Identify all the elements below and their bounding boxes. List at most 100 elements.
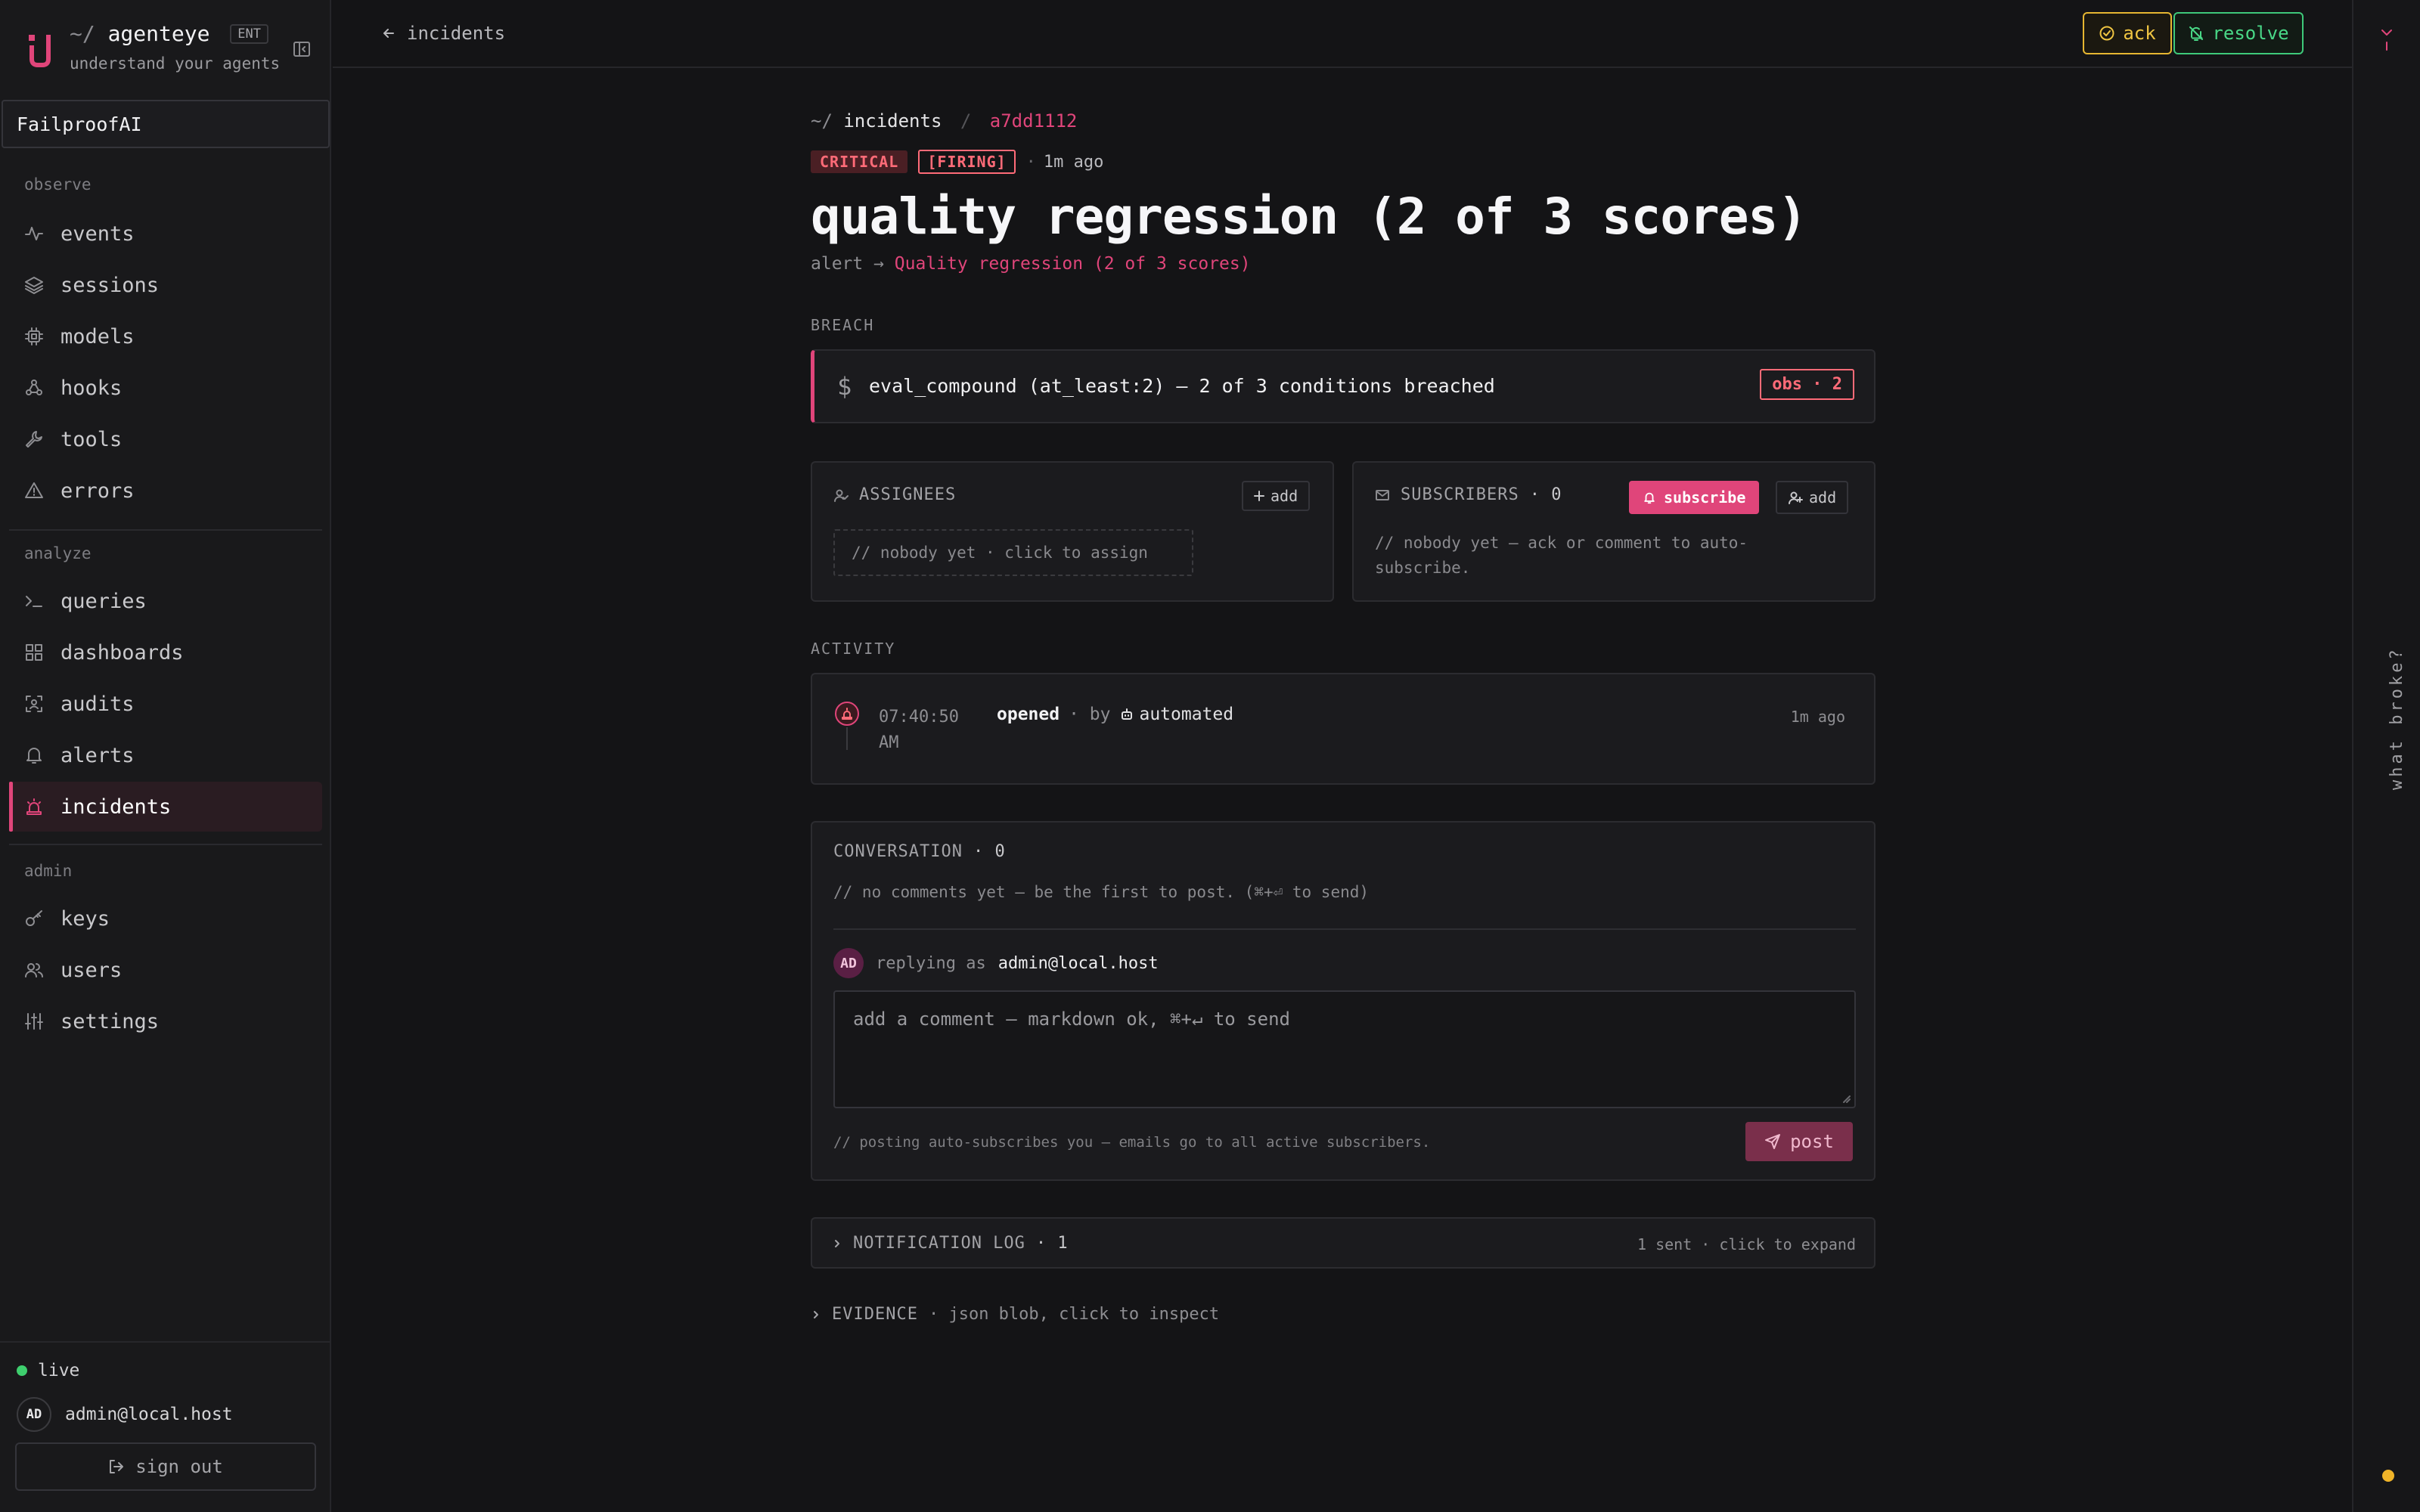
sidebar-item-queries[interactable]: queries [9,576,322,626]
sidebar-item-models[interactable]: models [9,311,322,361]
chevron-right-icon [814,1310,818,1318]
key-icon [26,910,42,926]
nav-divider [9,844,322,845]
sidebar-item-settings[interactable]: settings [9,996,322,1046]
webhook-icon [26,380,42,395]
user-check-icon [834,489,849,502]
warning-icon [25,482,43,498]
activity-icon [25,227,43,240]
sidebar-item-label: audits [60,692,135,716]
arrow-left-icon [383,29,394,38]
conversation-card: CONVERSATION · 0 // no comments yet — be… [811,821,1876,1181]
subscribe-button[interactable]: subscribe [1629,481,1760,514]
plan-badge: ENT [230,24,269,44]
sidebar-footer-divider [0,1341,330,1343]
sidebar-item-label: models [60,324,135,349]
alert-source: alert → Quality regression (2 of 3 score… [811,254,1251,274]
subscribers-count: · 0 [1529,485,1562,504]
ack-button[interactable]: ack [2083,12,2172,54]
page-title: quality regression (2 of 3 scores) [811,187,1807,246]
connection-status-label: live [38,1361,80,1380]
agenteye-logo-icon [27,33,53,68]
avatar: AD [17,1397,51,1432]
check-circle-icon [2099,26,2114,41]
right-rail: what broke? [2352,0,2420,1512]
sidebar-item-label: alerts [60,743,135,767]
bell-icon [1644,492,1655,504]
sidebar-collapse-icon[interactable] [292,39,312,59]
post-button[interactable]: post [1745,1122,1853,1161]
replying-as-label: replying as [876,953,986,973]
breach-card: $ eval_compound (at_least:2) — 2 of 3 co… [811,349,1876,423]
assign-placeholder[interactable]: // nobody yet · click to assign [833,529,1193,576]
evidence-meta: · json blob, click to inspect [928,1305,1220,1324]
sidebar-item-alerts[interactable]: alerts [9,730,322,780]
bell-off-icon [2189,26,2204,41]
observation-count-badge[interactable]: obs · 2 [1760,369,1854,400]
sidebar-item-incidents[interactable]: incidents [9,782,322,832]
activity-time: 07:40:50 AM [879,708,959,752]
back-link[interactable]: incidents [381,23,505,44]
evidence-toggle[interactable]: EVIDENCE · json blob, click to inspect [811,1305,1219,1324]
layers-icon [25,277,43,294]
sign-out-button[interactable]: sign out [15,1442,316,1491]
sidebar-item-events[interactable]: events [9,209,322,259]
sidebar-item-label: incidents [60,795,172,819]
current-user-email: admin@local.host [65,1405,233,1424]
scan-icon [26,696,42,712]
resize-grip-icon[interactable] [1839,1092,1851,1104]
comment-input[interactable]: add a comment — markdown ok, ⌘+↵ to send [833,990,1856,1108]
sidebar-item-label: hooks [60,376,123,400]
breadcrumb-incidents-link[interactable]: incidents [843,110,942,132]
activity-age: 1m ago [1790,708,1845,726]
conversation-header: CONVERSATION · 0 [833,842,1006,861]
sidebar-item-errors[interactable]: errors [9,466,322,516]
sidebar-item-tools[interactable]: tools [9,414,322,464]
assignees-header: ASSIGNEES [833,485,956,504]
sidebar-item-audits[interactable]: audits [9,679,322,729]
resolve-label: resolve [2212,23,2289,44]
sidebar-item-label: dashboards [60,640,184,665]
activity-event: opened [997,705,1060,724]
dollar-icon: $ [837,372,852,401]
sign-out-label: sign out [135,1456,223,1477]
avatar: AD [833,948,864,978]
bot-icon [1122,708,1133,720]
sidebar-item-dashboards[interactable]: dashboards [9,627,322,677]
assignees-card: ASSIGNEES add // nobody yet · click to a… [811,461,1334,602]
sidebar-item-users[interactable]: users [9,945,322,995]
breadcrumb-separator: / [960,110,972,132]
resolve-button[interactable]: resolve [2173,12,2304,54]
what-broke-tab[interactable]: what broke? [2387,646,2406,790]
breadcrumb: ~/ incidents / a7dd1112 [811,110,1077,132]
evidence-label: EVIDENCE [832,1305,918,1324]
severity-badge: CRITICAL [811,150,908,173]
notification-log-summary: 1 sent · click to expand [1637,1235,1856,1253]
live-dot-icon [17,1365,27,1376]
brand-prefix: ~/ [70,21,95,46]
brand: ~/ agenteye ENT understand your agents [23,20,325,80]
nav-section-observe: observe [24,175,92,194]
org-switcher[interactable]: FailproofAI [2,100,330,148]
conversation-count: · 0 [973,842,1006,861]
alert-link[interactable]: Quality regression (2 of 3 scores) [895,254,1251,274]
siren-icon [26,798,42,815]
activity-section-label: ACTIVITY [811,640,896,658]
sidebar-item-label: tools [60,427,123,451]
incident-age-label: 1m ago [1043,152,1104,172]
sidebar: ~/ agenteye ENT understand your agents F… [0,0,331,1512]
cpu-icon [25,327,43,345]
sidebar-item-label: errors [60,479,135,503]
add-subscriber-label: add [1809,488,1837,507]
chevron-right-icon [835,1239,839,1247]
sidebar-item-keys[interactable]: keys [9,894,322,943]
ack-label: ack [2123,23,2156,44]
sidebar-item-hooks[interactable]: hooks [9,363,322,413]
incident-status-row: CRITICAL [FIRING] · 1m ago [811,150,1103,174]
add-subscriber-button[interactable]: add [1776,481,1849,514]
chevron-down-icon[interactable] [2378,24,2396,54]
add-assignee-button[interactable]: add [1242,481,1311,511]
logout-icon [110,1460,124,1473]
notification-log-toggle[interactable]: NOTIFICATION LOG · 1 1 sent · click to e… [811,1217,1876,1269]
sidebar-item-sessions[interactable]: sessions [9,260,322,310]
